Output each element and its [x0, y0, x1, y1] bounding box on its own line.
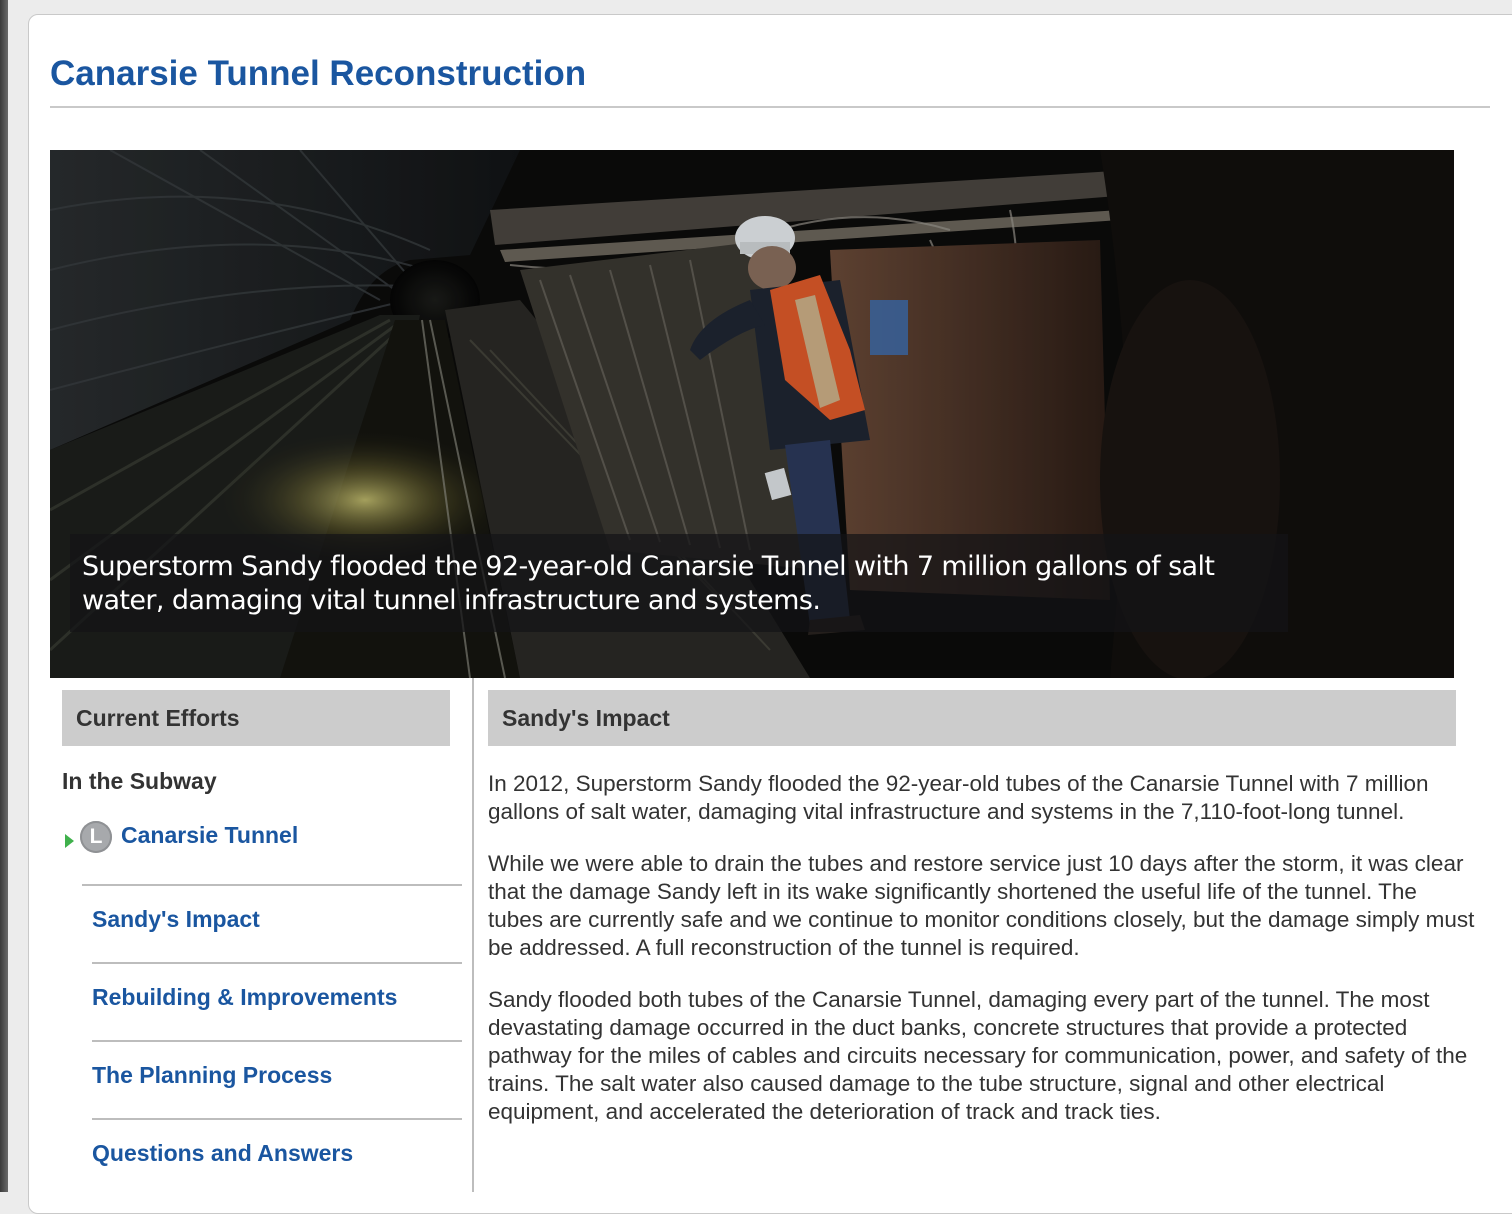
sidebar-link-canarsie-tunnel[interactable]: Canarsie Tunnel — [121, 822, 298, 849]
sidebar-header: Current Efforts — [62, 690, 450, 746]
sidebar-current-item: L Canarsie Tunnel — [62, 818, 462, 854]
hero-caption: Superstorm Sandy flooded the 92-year-old… — [82, 551, 1215, 616]
nav-divider — [82, 884, 462, 886]
sidebar-link-questions-answers[interactable]: Questions and Answers — [92, 1140, 353, 1167]
nav-divider — [92, 962, 462, 964]
main-body: In 2012, Superstorm Sandy flooded the 92… — [488, 770, 1478, 1150]
paragraph: While we were able to drain the tubes an… — [488, 851, 1475, 960]
nav-divider — [92, 1118, 462, 1120]
window-edge — [0, 0, 8, 1192]
hero-image: Superstorm Sandy flooded the 92-year-old… — [50, 150, 1454, 678]
column-divider — [472, 678, 474, 1192]
sidebar-link-rebuilding[interactable]: Rebuilding & Improvements — [92, 984, 397, 1011]
l-train-badge-icon: L — [80, 821, 112, 853]
main-section-header: Sandy's Impact — [488, 690, 1456, 746]
paragraph: In 2012, Superstorm Sandy flooded the 92… — [488, 771, 1429, 824]
nav-divider — [92, 1040, 462, 1042]
current-arrow-icon — [65, 834, 74, 848]
paragraph: Sandy flooded both tubes of the Canarsie… — [488, 987, 1468, 1124]
subnav-heading: In the Subway — [62, 768, 217, 794]
sidebar-link-planning-process[interactable]: The Planning Process — [92, 1062, 332, 1089]
page-title: Canarsie Tunnel Reconstruction — [50, 54, 587, 93]
sidebar-link-sandys-impact[interactable]: Sandy's Impact — [92, 906, 260, 933]
title-divider — [50, 106, 1490, 108]
hero-caption-box: Superstorm Sandy flooded the 92-year-old… — [70, 534, 1288, 632]
